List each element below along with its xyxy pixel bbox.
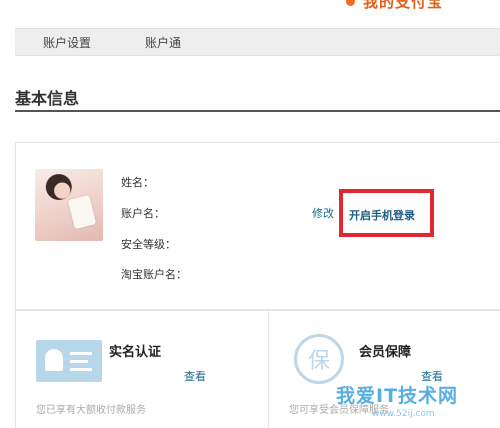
tab-account-settings[interactable]: 账户设置 [15,34,118,51]
edit-account-link[interactable]: 修改 [312,205,334,221]
real-name-card: 实名认证 查看 您已享有大额收付款服务 [15,310,269,428]
id-card-icon [36,340,102,382]
settings-tabs: 账户设置 账户通 [15,28,500,56]
top-bar: 我的支付宝 [0,0,500,28]
real-name-view-link[interactable]: 查看 [184,368,206,384]
real-name-title: 实名认证 [109,345,162,360]
taobao-account-label: 淘宝账户名： [121,268,187,281]
brand-title: 我的支付宝 [363,0,444,11]
name-label: 姓名： [121,176,154,189]
real-name-desc: 您已享有大额收付款服务 [36,405,146,416]
avatar[interactable] [35,169,103,241]
account-label: 账户名： [121,207,165,220]
section-title: 基本信息 [15,89,80,108]
member-protection-title: 会员保障 [359,345,412,360]
tab-account-link[interactable]: 账户通 [118,34,208,51]
watermark-url: www.52ij.com [372,409,435,419]
watermark: 我爱IT技术网 [336,385,459,407]
enable-mobile-login-link[interactable]: 开启手机登录 [349,207,415,223]
profile-panel: 姓名： 账户名： 安全等级： 淘宝账户名： 修改 开启手机登录 [15,142,500,310]
protection-icon: 保 [294,334,344,384]
security-level-label: 安全等级： [121,238,176,251]
brand[interactable]: 我的支付宝 [346,0,443,11]
brand-dot-icon [346,0,355,6]
section-divider [15,110,500,112]
